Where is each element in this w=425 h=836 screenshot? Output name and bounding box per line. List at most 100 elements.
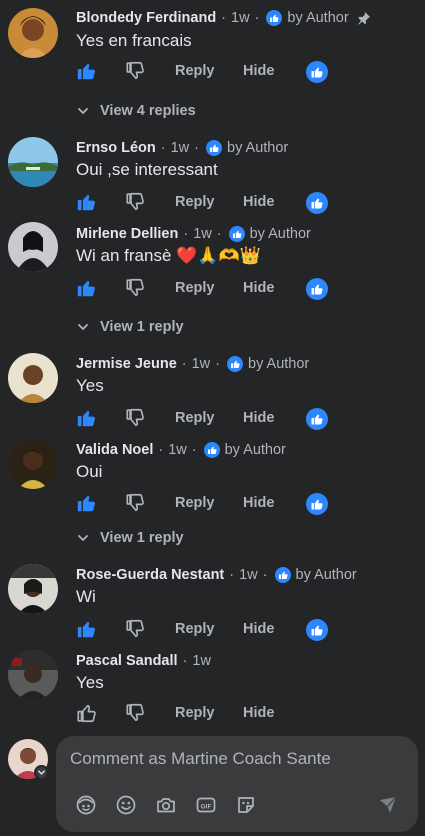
like-reaction-badge-icon[interactable] [306, 619, 328, 641]
comment-time[interactable]: 1w [168, 442, 187, 458]
comment-actions: Reply Hide [76, 618, 336, 642]
like-reaction-badge-icon[interactable] [306, 278, 328, 300]
comment-actions: Reply Hide [76, 492, 336, 516]
hide-button[interactable]: Hide [243, 194, 274, 210]
avatar-sticker-icon[interactable] [75, 794, 97, 816]
thumbs-up-icon[interactable] [76, 407, 98, 429]
reply-button[interactable]: Reply [175, 621, 215, 637]
commenter-name[interactable]: Ernso Léon [76, 140, 156, 156]
comment-time[interactable]: 1w [239, 567, 258, 583]
comment-actions: Reply Hide [76, 702, 336, 726]
comment-meta: Valida Noel · 1w · by Author [76, 441, 286, 459]
comment-time[interactable]: 1w [171, 140, 190, 156]
thumbs-up-icon[interactable] [76, 277, 98, 299]
thumbs-up-icon[interactable] [76, 492, 98, 514]
avatar[interactable] [8, 353, 58, 403]
thumbs-down-icon[interactable] [125, 277, 147, 299]
comment-time[interactable]: 1w [192, 356, 211, 372]
avatar[interactable] [8, 650, 58, 700]
comment-time[interactable]: 1w [231, 10, 250, 26]
separator-dot: · [194, 140, 199, 156]
comment-meta: Rose-Guerda Nestant · 1w · by Author [76, 566, 357, 584]
by-author-label: by Author [227, 140, 289, 156]
avatar[interactable] [8, 137, 58, 187]
comment-meta: Mirlene Dellien · 1w · by Author [76, 225, 311, 243]
separator-dot: · [254, 10, 260, 26]
separator-dot: · [160, 140, 166, 156]
thumbs-down-icon[interactable] [125, 618, 147, 640]
by-author-label: by Author [249, 226, 311, 242]
reply-button[interactable]: Reply [175, 194, 215, 210]
emoji-icon[interactable] [115, 794, 137, 816]
view-replies-link[interactable]: View 1 reply [76, 528, 184, 548]
separator-dot: · [221, 10, 227, 26]
avatar[interactable] [8, 564, 58, 614]
separator-dot: · [229, 567, 235, 583]
author-like-icon [274, 567, 291, 583]
pin-icon [357, 11, 370, 25]
view-replies-link[interactable]: View 4 replies [76, 101, 196, 121]
hide-button[interactable]: Hide [243, 495, 274, 511]
commenter-name[interactable]: Mirlene Dellien [76, 226, 178, 242]
thumbs-down-icon[interactable] [125, 191, 147, 213]
commenter-name[interactable]: Jermise Jeune [76, 356, 177, 372]
like-reaction-badge-icon[interactable] [306, 192, 328, 214]
comment-meta: Jermise Jeune · 1w · by Author [76, 355, 309, 373]
hide-button[interactable]: Hide [243, 63, 274, 79]
hide-button[interactable]: Hide [243, 705, 274, 721]
commenter-name[interactable]: Blondedy Ferdinand [76, 10, 216, 26]
like-reaction-badge-icon[interactable] [306, 61, 328, 83]
avatar[interactable] [8, 439, 58, 489]
by-author-label: by Author [248, 356, 310, 372]
comment-meta: Pascal Sandall · 1w [76, 652, 211, 670]
commenter-name[interactable]: Valida Noel [76, 442, 153, 458]
thumbs-up-icon[interactable] [76, 618, 98, 640]
camera-icon[interactable] [155, 794, 177, 816]
reply-button[interactable]: Reply [175, 280, 215, 296]
hide-button[interactable]: Hide [243, 621, 274, 637]
author-liked-badge: by Author [274, 567, 357, 583]
by-author-label: by Author [287, 10, 349, 26]
by-author-label: by Author [224, 442, 286, 458]
sticker-icon[interactable] [235, 794, 257, 816]
avatar[interactable] [8, 222, 58, 272]
thumbs-up-outline-icon[interactable] [76, 702, 98, 724]
comment-input[interactable] [70, 749, 390, 769]
reply-button[interactable]: Reply [175, 63, 215, 79]
author-liked-badge: by Author [203, 442, 286, 458]
avatar[interactable] [8, 8, 58, 58]
reply-button[interactable]: Reply [175, 410, 215, 426]
reply-button[interactable]: Reply [175, 705, 215, 721]
account-switch-chevron-icon[interactable] [34, 765, 49, 780]
view-replies-label: View 4 replies [100, 103, 196, 119]
thumbs-up-icon[interactable] [76, 191, 98, 213]
reply-button[interactable]: Reply [175, 495, 215, 511]
hide-button[interactable]: Hide [243, 280, 274, 296]
comment-text: Oui ,se interessant [76, 160, 218, 179]
separator-dot: · [182, 653, 188, 669]
comment-text: Yes [76, 673, 104, 692]
send-icon[interactable] [377, 794, 399, 816]
thumbs-down-icon[interactable] [125, 60, 147, 82]
separator-dot: · [215, 356, 220, 372]
by-author-label: by Author [295, 567, 357, 583]
commenter-name[interactable]: Rose-Guerda Nestant [76, 567, 224, 583]
chevron-down-icon [78, 324, 88, 330]
thumbs-down-icon[interactable] [125, 702, 147, 724]
comment-meta: Ernso Léon · 1w · by Author [76, 139, 288, 157]
like-reaction-badge-icon[interactable] [306, 408, 328, 430]
commenter-name[interactable]: Pascal Sandall [76, 653, 178, 669]
separator-dot: · [191, 442, 197, 458]
comment-time[interactable]: 1w [193, 226, 212, 242]
comment-time[interactable]: 1w [192, 653, 211, 669]
view-replies-link[interactable]: View 1 reply [76, 317, 184, 337]
like-reaction-badge-icon[interactable] [306, 493, 328, 515]
thumbs-down-icon[interactable] [125, 492, 147, 514]
comment-actions: Reply Hide [76, 191, 336, 215]
gif-icon[interactable]: GIF [195, 794, 217, 816]
thumbs-down-icon[interactable] [125, 407, 147, 429]
hide-button[interactable]: Hide [243, 410, 274, 426]
author-liked-badge: by Author [227, 356, 309, 372]
thumbs-up-icon[interactable] [76, 60, 98, 82]
separator-dot: · [262, 567, 268, 583]
